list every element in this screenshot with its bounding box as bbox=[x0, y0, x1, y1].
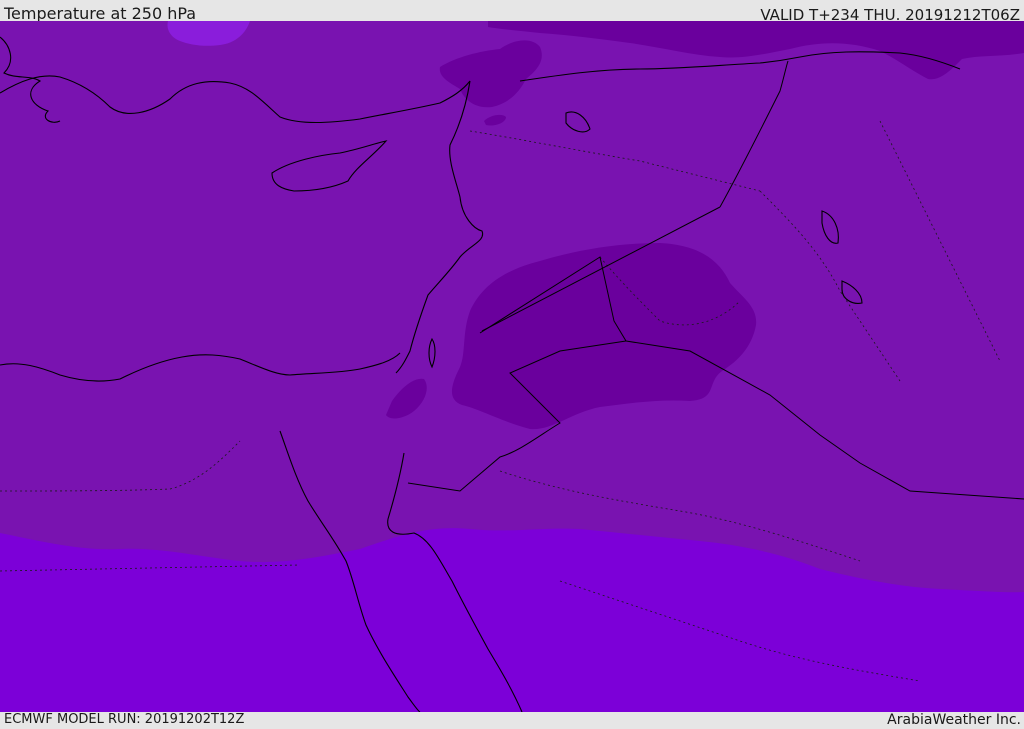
map-frame: Temperature at 250 hPa VALID T+234 THU. … bbox=[0, 0, 1024, 729]
credit-label: ArabiaWeather Inc. bbox=[887, 712, 1021, 728]
temperature-map bbox=[0, 21, 1024, 712]
model-run-label: ECMWF MODEL RUN: 20191202T12Z bbox=[4, 712, 245, 727]
